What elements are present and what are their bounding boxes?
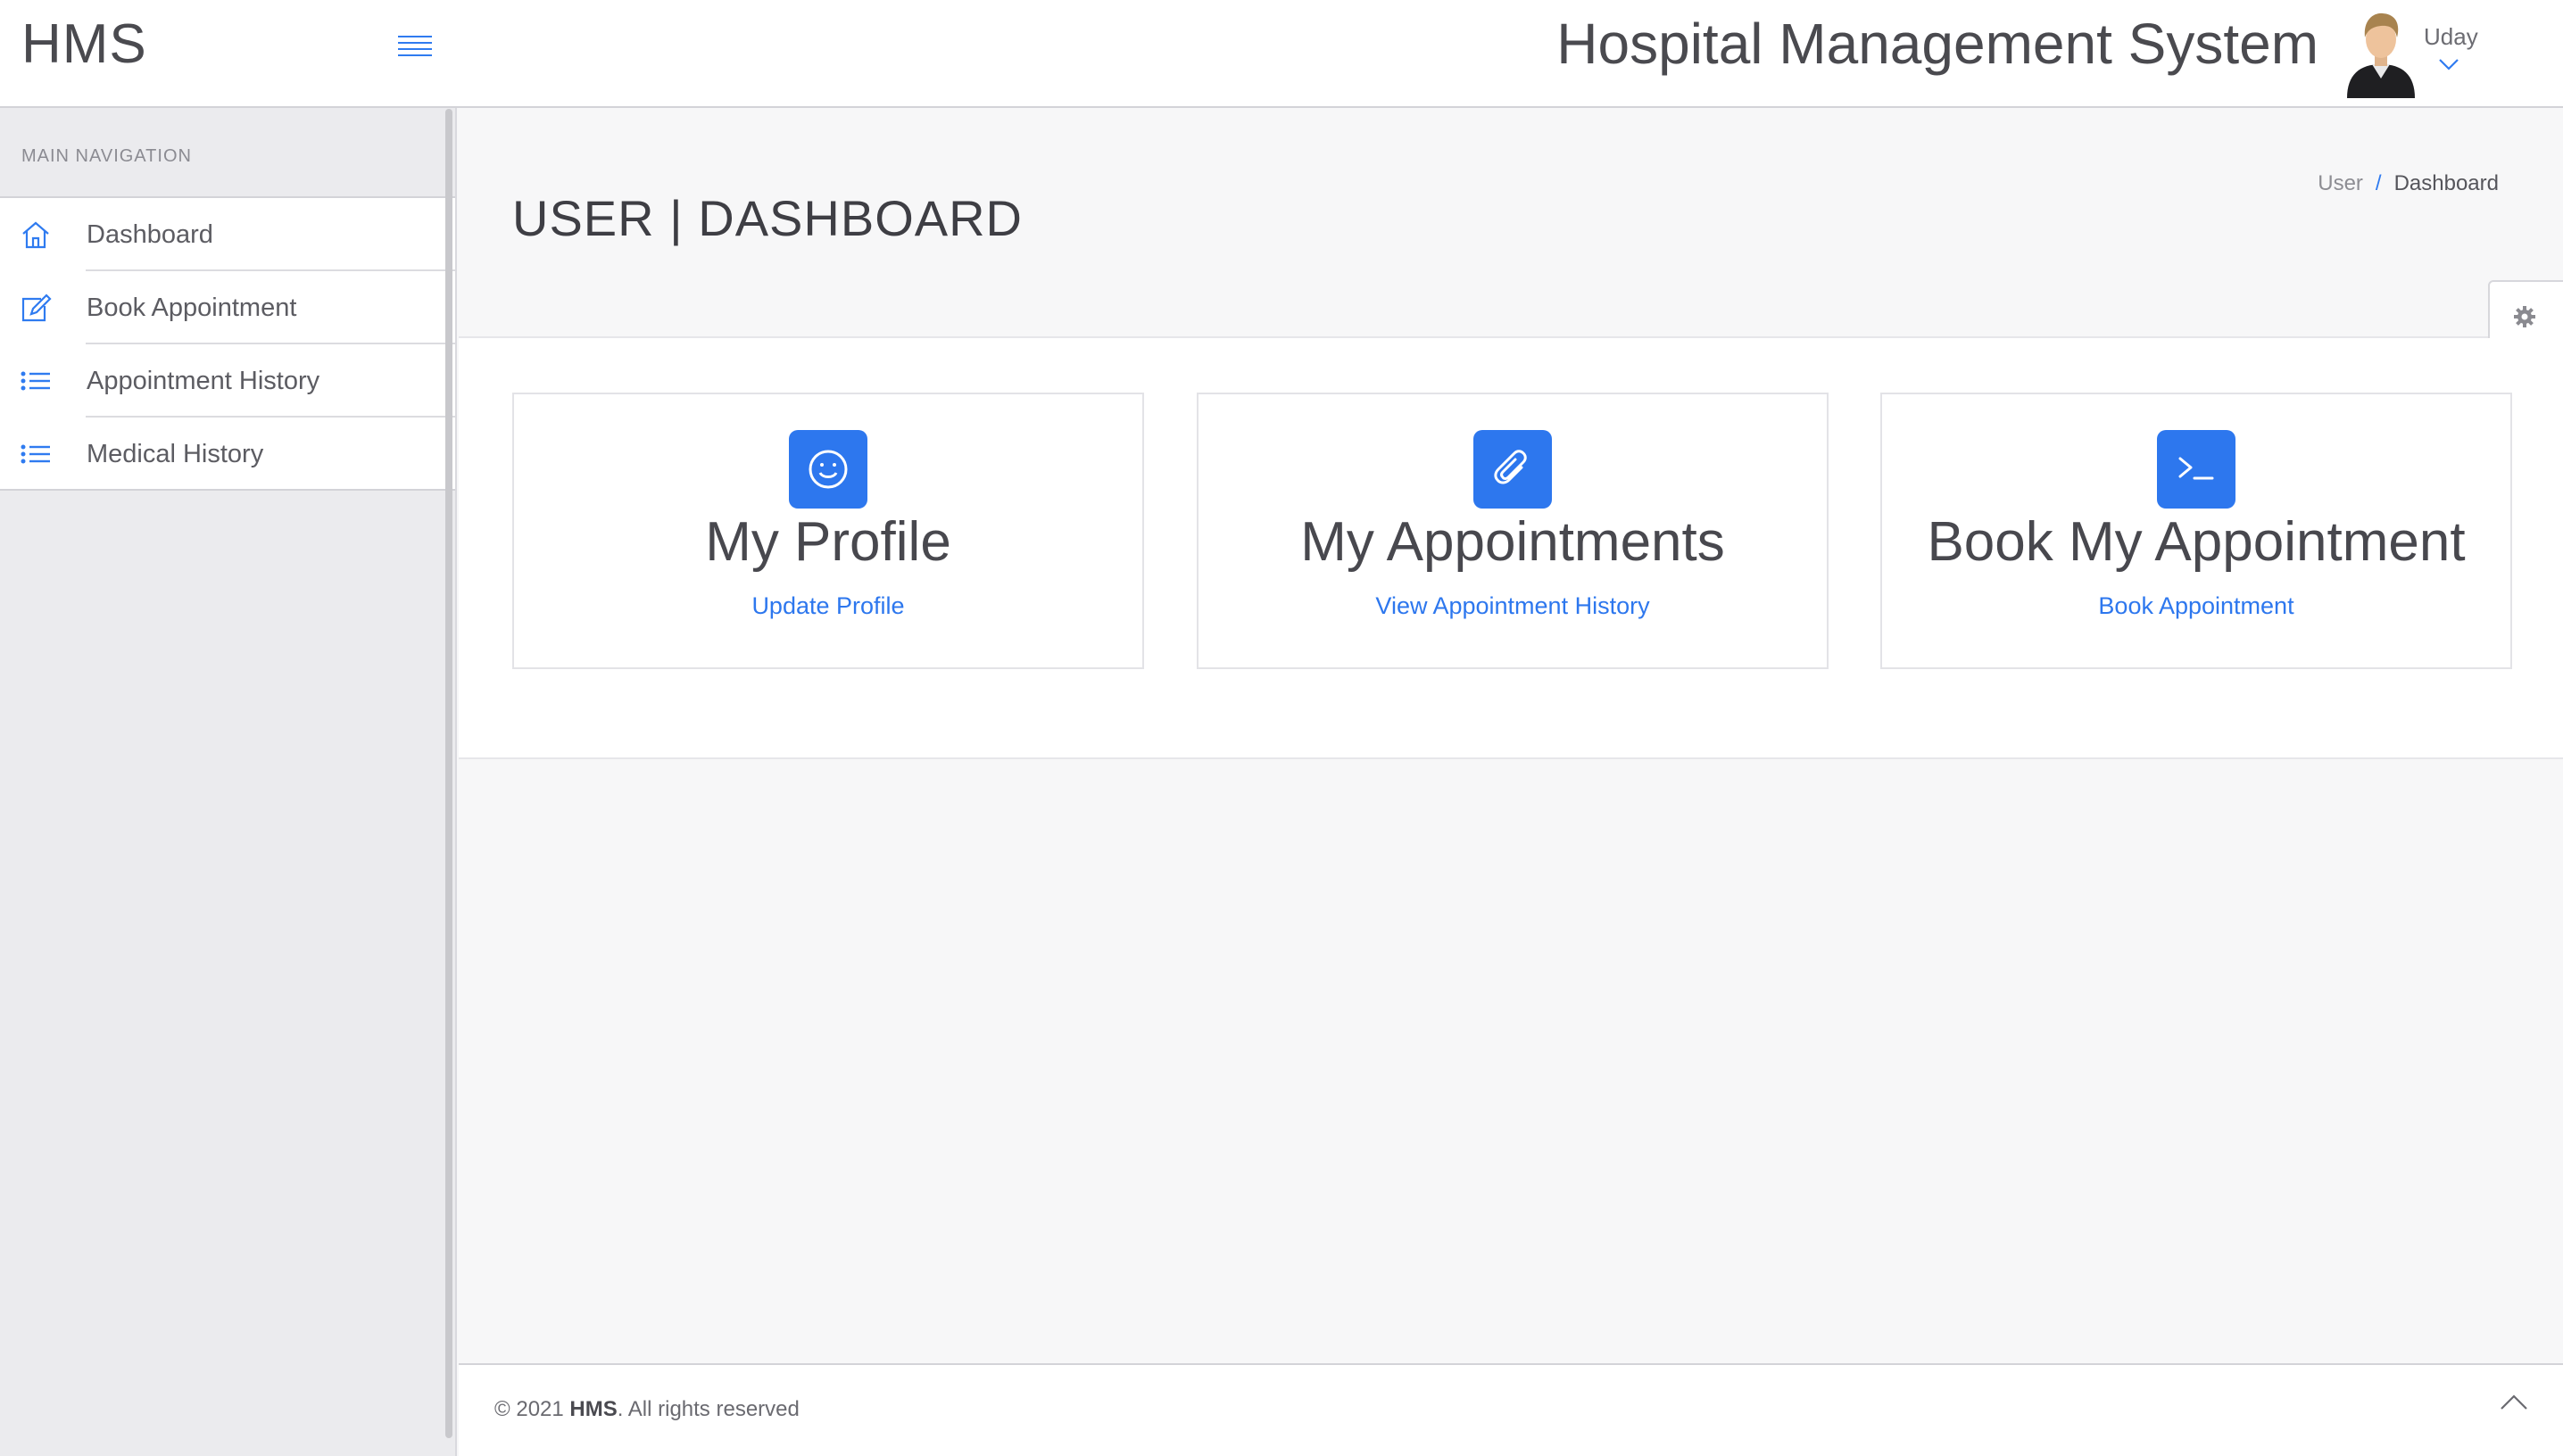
app-title: Hospital Management System (1556, 12, 2318, 76)
sidebar-item-label: Medical History (87, 440, 264, 468)
user-avatar[interactable] (2343, 9, 2418, 98)
sidebar-item-dashboard[interactable]: Dashboard (0, 198, 455, 271)
nav-heading: MAIN NAVIGATION (21, 146, 192, 166)
sidebar-item-label: Dashboard (87, 220, 213, 249)
card-icon-badge (1473, 430, 1552, 509)
update-profile-link[interactable]: Update Profile (514, 592, 1142, 620)
breadcrumb-user[interactable]: User (2318, 171, 2363, 195)
menu-toggle-icon[interactable] (398, 36, 432, 62)
copyright-suffix: . All rights reserved (617, 1397, 800, 1421)
gear-icon (2514, 306, 2535, 327)
home-icon (22, 221, 49, 249)
card-icon-badge (789, 430, 867, 509)
breadcrumb-dashboard: Dashboard (2393, 171, 2499, 195)
top-bar: Hospital Management System (457, 0, 2563, 108)
sidebar-scrollbar[interactable] (445, 109, 452, 1438)
paperclip-icon (1494, 450, 1527, 484)
sidebar-item-label: Appointment History (87, 367, 320, 395)
breadcrumb-separator: / (2375, 171, 2382, 195)
copyright-text: © 2021 HMS. All rights reserved (494, 1397, 800, 1422)
card-icon-badge (2157, 430, 2235, 509)
smiley-icon (809, 450, 848, 489)
chevron-down-icon[interactable] (2438, 57, 2459, 71)
card-my-profile: My Profile Update Profile (512, 393, 1144, 669)
card-title: My Profile (705, 511, 951, 573)
brand-bar: HMS (0, 0, 457, 108)
copyright-prefix: © 2021 (494, 1397, 570, 1421)
terminal-icon (2178, 457, 2214, 480)
edit-icon (21, 294, 52, 322)
brand-logo[interactable]: HMS (21, 12, 147, 76)
page-title: USER | DASHBOARD (512, 190, 1023, 246)
card-my-appointments: My Appointments View Appointment History (1197, 393, 1829, 669)
card-title: My Appointments (1300, 511, 1725, 573)
card-book-my-appointment: Book My Appointment Book Appointment (1880, 393, 2512, 669)
chevron-up-icon[interactable] (2499, 1392, 2529, 1411)
user-name[interactable]: Uday (2424, 23, 2478, 51)
card-title: Book My Appointment (1927, 511, 2466, 573)
footer: © 2021 HMS. All rights reserved (459, 1363, 2563, 1456)
copyright-brand: HMS (569, 1397, 618, 1421)
list-icon (21, 444, 50, 464)
sidebar-item-appointment-history[interactable]: Appointment History (0, 344, 455, 418)
sidebar-item-book-appointment[interactable]: Book Appointment (0, 271, 455, 344)
book-appointment-link[interactable]: Book Appointment (1882, 592, 2510, 620)
breadcrumb: User / Dashboard (2318, 171, 2499, 196)
sidebar-item-label: Book Appointment (87, 294, 297, 322)
sidebar-item-medical-history[interactable]: Medical History (0, 418, 455, 491)
list-icon (21, 371, 50, 391)
view-appointment-history-link[interactable]: View Appointment History (1199, 592, 1827, 620)
main-navigation: Dashboard Book Appointment Appointment H… (0, 196, 455, 491)
sidebar: HMS MAIN NAVIGATION Dashboard Book Appoi… (0, 0, 457, 1456)
